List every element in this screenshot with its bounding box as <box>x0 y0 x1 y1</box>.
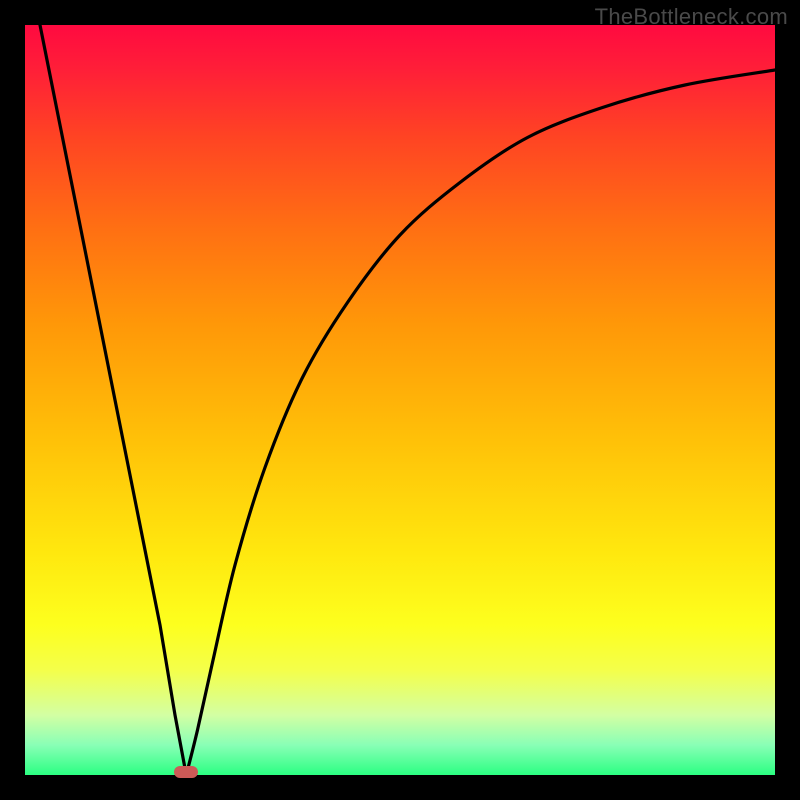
watermark-text: TheBottleneck.com <box>595 4 788 30</box>
bottleneck-curve <box>25 25 775 775</box>
chart-frame <box>25 25 775 775</box>
minimum-marker <box>174 766 198 778</box>
